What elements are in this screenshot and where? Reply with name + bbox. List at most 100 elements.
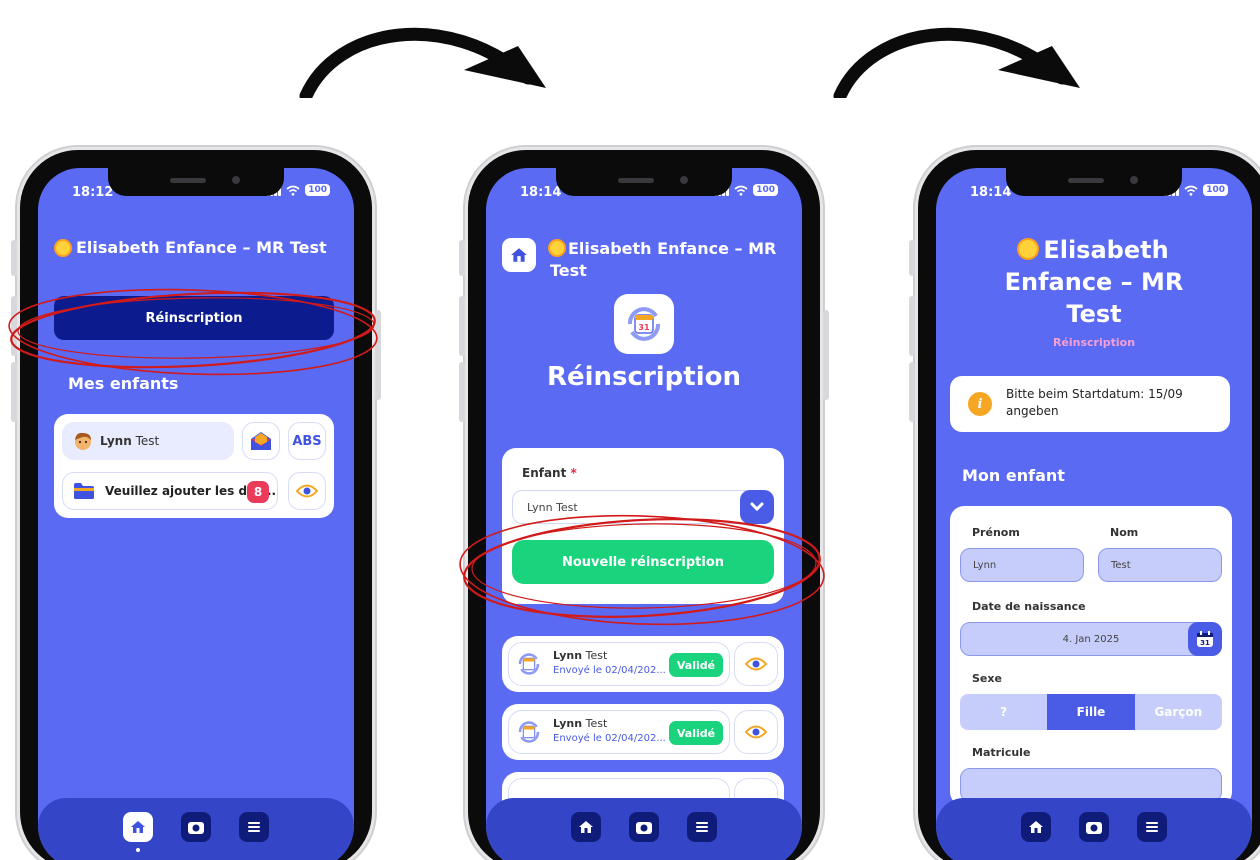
nav-home-button[interactable] xyxy=(571,812,601,842)
calendar-button[interactable]: 31 xyxy=(1188,622,1222,656)
eye-icon xyxy=(296,484,318,498)
view-button[interactable] xyxy=(734,642,778,686)
screen: 18:14 100 Elisabeth Enfance – MR Test Ré… xyxy=(936,168,1252,860)
home-icon xyxy=(1029,821,1043,833)
dob-value: 4. Jan 2025 xyxy=(1062,633,1120,645)
nom-label: Nom xyxy=(1110,526,1139,539)
documents-button[interactable]: Veuillez ajouter les doc... 8 xyxy=(62,472,278,510)
notch xyxy=(108,168,284,196)
phone-reinscription-form: 18:14 100 Elisabeth Enfance – MR Test Ré… xyxy=(909,150,1260,860)
nav-menu-button[interactable] xyxy=(687,812,717,842)
wifi-icon xyxy=(286,185,300,196)
phone-side-button xyxy=(909,362,915,422)
status-badge: Validé xyxy=(669,721,723,745)
wifi-icon xyxy=(1184,185,1198,196)
child-profile-button[interactable]: Lynn Test xyxy=(62,422,234,460)
view-button[interactable] xyxy=(288,472,326,510)
sexe-option-unknown[interactable]: ? xyxy=(960,694,1047,730)
home-icon xyxy=(511,248,527,262)
section-title-mon-enfant: Mon enfant xyxy=(962,466,1065,485)
entry-sent-date: Envoyé le 02/04/202... xyxy=(553,733,666,744)
flow-arrow-1 xyxy=(299,27,546,98)
nav-menu-button[interactable] xyxy=(239,812,269,842)
prenom-input[interactable]: Lynn xyxy=(960,548,1084,582)
menu-icon xyxy=(248,822,260,832)
svg-text:31: 31 xyxy=(1200,639,1210,647)
camera-icon xyxy=(636,822,652,834)
bottom-nav xyxy=(38,798,354,860)
notch xyxy=(1006,168,1182,196)
page-title-text: Elisabeth Enfance – MR Test xyxy=(550,239,777,280)
folder-icon xyxy=(74,483,94,499)
nav-home-button[interactable] xyxy=(123,812,153,852)
phone-side-button xyxy=(459,240,465,276)
phone-home: 18:12 100 Elisabeth Enfance – MR Test Ré… xyxy=(11,150,381,860)
eye-icon xyxy=(745,657,767,671)
info-text: Bitte beim Startdatum: 15/09 angeben xyxy=(1006,387,1183,418)
bottom-nav xyxy=(486,798,802,860)
nav-home-button[interactable] xyxy=(1021,812,1051,842)
child-form: Prénom Nom Lynn Test Date de naissance 4… xyxy=(950,506,1232,806)
home-icon xyxy=(579,821,593,833)
nom-input[interactable]: Test xyxy=(1098,548,1222,582)
enfant-label: Enfant * xyxy=(522,466,577,480)
phone-side-button xyxy=(459,362,465,422)
info-icon: i xyxy=(968,392,992,416)
screen: 18:12 100 Elisabeth Enfance – MR Test Ré… xyxy=(38,168,354,860)
bottom-nav xyxy=(936,798,1252,860)
envelope-icon xyxy=(251,432,271,450)
page-heading: Réinscription xyxy=(546,362,742,392)
status-time: 18:12 xyxy=(72,185,114,200)
highlight-circle-new-reinscription xyxy=(459,514,825,626)
entry-child-name: Lynn Test xyxy=(553,649,608,662)
highlight-circle-reinscription xyxy=(8,288,378,376)
notch xyxy=(556,168,732,196)
battery-icon: 100 xyxy=(753,184,778,196)
phone-power-button xyxy=(823,310,829,400)
reinscription-list-item: Lynn Test Envoyé le 02/04/202... Validé xyxy=(502,636,784,692)
page-title-line-1: Elisabeth xyxy=(1043,236,1169,264)
calendar-refresh-icon xyxy=(518,721,540,743)
sexe-segmented-control: ? Fille Garçon xyxy=(960,694,1222,730)
sun-icon xyxy=(550,241,564,255)
view-button[interactable] xyxy=(734,710,778,754)
phone-side-button xyxy=(909,296,915,356)
calendar-icon: 31 xyxy=(1197,631,1213,647)
reinscription-entry-button[interactable]: Lynn Test Envoyé le 02/04/202... Validé xyxy=(508,710,730,754)
abs-button[interactable]: ABS xyxy=(288,422,326,460)
nav-menu-button[interactable] xyxy=(1137,812,1167,842)
page-title-line-3: Test xyxy=(1066,300,1122,328)
battery-icon: 100 xyxy=(305,184,330,196)
sexe-option-fille[interactable]: Fille xyxy=(1047,694,1135,730)
flow-arrow-2 xyxy=(833,27,1080,98)
home-icon xyxy=(131,821,145,833)
prenom-label: Prénom xyxy=(972,526,1020,539)
sun-icon xyxy=(1019,240,1038,258)
wifi-icon xyxy=(734,185,748,196)
phone-side-button xyxy=(11,240,17,276)
phone-reinscription-list: 18:14 100 Elisabeth Enfance – MR Test 31… xyxy=(459,150,829,860)
child-name: Lynn Test xyxy=(100,434,160,448)
sexe-label: Sexe xyxy=(972,672,1002,685)
message-button[interactable] xyxy=(242,422,280,460)
sexe-option-garcon[interactable]: Garçon xyxy=(1135,694,1222,730)
menu-icon xyxy=(696,822,708,832)
page-title-line-2: Enfance – MR xyxy=(1004,268,1184,296)
status-badge: Validé xyxy=(669,653,723,677)
phone-side-button xyxy=(909,240,915,276)
nav-camera-button[interactable] xyxy=(629,812,659,842)
home-button[interactable] xyxy=(502,238,536,272)
nav-camera-button[interactable] xyxy=(1079,812,1109,842)
matricule-input[interactable] xyxy=(960,768,1222,802)
nav-camera-button[interactable] xyxy=(181,812,211,842)
menu-icon xyxy=(1146,822,1158,832)
status-time: 18:14 xyxy=(970,185,1012,200)
dob-input[interactable]: 4. Jan 2025 31 xyxy=(960,622,1222,656)
page-subtitle: Réinscription xyxy=(1052,336,1136,349)
dob-label: Date de naissance xyxy=(972,600,1086,613)
reinscription-entry-button[interactable]: Lynn Test Envoyé le 02/04/202... Validé xyxy=(508,642,730,686)
page-title-text: Elisabeth Enfance – MR Test xyxy=(76,238,327,257)
page-title: Elisabeth Enfance – MR Test xyxy=(56,238,327,257)
entry-child-name: Lynn Test xyxy=(553,717,608,730)
calendar-refresh-icon xyxy=(518,653,540,675)
